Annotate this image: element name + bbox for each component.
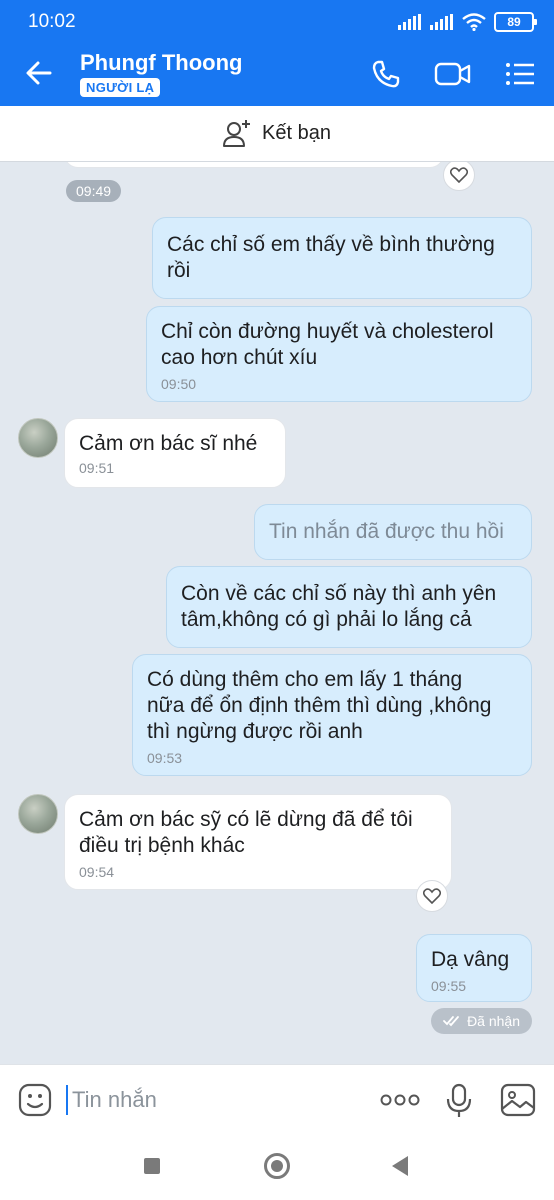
message-time-chip: 09:49 bbox=[66, 180, 122, 202]
message-text: Cảm ơn bác sỹ có lẽ dừng đã để tôi bbox=[79, 808, 413, 831]
message-bubble-recalled[interactable]: Tin nhắn đã được thu hồi bbox=[254, 504, 532, 560]
back-arrow-icon[interactable] bbox=[24, 58, 54, 88]
menu-list-icon[interactable] bbox=[504, 59, 536, 89]
status-bar: 10:02 89 bbox=[0, 0, 554, 40]
recalled-text: Tin nhắn đã được thu hồi bbox=[269, 520, 504, 543]
message-text: rồi bbox=[167, 259, 191, 282]
message-bubble-outgoing[interactable]: Còn về các chỉ số này thì anh yên tâm,kh… bbox=[166, 566, 532, 648]
wifi-icon bbox=[462, 13, 486, 31]
message-time: 09:51 bbox=[79, 460, 115, 476]
status-time: 10:02 bbox=[28, 11, 76, 32]
microphone-icon[interactable] bbox=[446, 1083, 472, 1119]
heart-react-button[interactable] bbox=[416, 880, 448, 912]
message-input[interactable]: Tin nhắn bbox=[66, 1085, 157, 1115]
home-icon[interactable] bbox=[264, 1153, 290, 1179]
signal-icon bbox=[430, 14, 453, 30]
message-time: 09:53 bbox=[147, 750, 183, 766]
message-bubble-incoming[interactable]: Cảm ơn bác sĩ nhé 09:51 bbox=[64, 418, 286, 488]
signal-icon bbox=[398, 14, 421, 30]
message-text: cao hơn chút xíu bbox=[161, 346, 318, 369]
add-person-icon bbox=[223, 120, 250, 147]
heart-icon bbox=[423, 888, 441, 904]
message-bubble-outgoing[interactable]: Các chỉ số em thấy về bình thường rồi bbox=[152, 217, 532, 299]
video-call-icon[interactable] bbox=[434, 59, 472, 89]
add-friend-label: Kết bạn bbox=[262, 121, 331, 144]
message-text: Chỉ còn đường huyết và cholesterol bbox=[161, 320, 494, 343]
image-icon[interactable] bbox=[500, 1083, 536, 1117]
message-text: Dạ vâng bbox=[431, 948, 510, 971]
message-text: Còn về các chỉ số này thì anh yên bbox=[181, 582, 497, 605]
add-friend-bar: Kết bạn bbox=[0, 106, 554, 162]
message-text: tâm,không có gì phải lo lắng cả bbox=[181, 608, 472, 631]
delivery-status-badge: Đã nhận bbox=[431, 1008, 532, 1034]
stranger-badge: NGƯỜI LẠ bbox=[80, 78, 161, 97]
message-text: điều trị bệnh khác bbox=[79, 834, 245, 857]
avatar[interactable] bbox=[18, 794, 58, 834]
message-text: Cảm ơn bác sĩ nhé bbox=[79, 432, 258, 455]
heart-react-button[interactable] bbox=[443, 162, 475, 191]
system-navigation-bar bbox=[0, 1136, 554, 1200]
message-time: 09:50 bbox=[161, 376, 197, 392]
message-bubble-incoming[interactable]: Cảm ơn bác sỹ có lẽ dừng đã để tôi điều … bbox=[64, 794, 452, 890]
message-text: Có dùng thêm cho em lấy 1 tháng bbox=[147, 668, 463, 691]
message-bubble-outgoing[interactable]: Chỉ còn đường huyết và cholesterol cao h… bbox=[146, 306, 532, 402]
message-input-bar: Tin nhắn bbox=[0, 1064, 554, 1136]
message-bubble-outgoing[interactable]: Có dùng thêm cho em lấy 1 tháng nữa để ổ… bbox=[132, 654, 532, 776]
message-time: 09:55 bbox=[431, 978, 467, 994]
message-bubble-partial[interactable] bbox=[64, 162, 444, 168]
message-bubble-outgoing[interactable]: Dạ vâng 09:55 bbox=[416, 934, 532, 1002]
back-icon[interactable] bbox=[392, 1156, 408, 1176]
double-check-icon bbox=[443, 1016, 459, 1027]
contact-name[interactable]: Phungf Thoong bbox=[80, 50, 243, 76]
add-friend-button[interactable]: Kết bạn bbox=[222, 118, 331, 148]
delivery-status-label: Đã nhận bbox=[467, 1013, 520, 1029]
chat-header: Phungf Thoong NGƯỜI LẠ bbox=[0, 40, 554, 106]
message-text: nữa để ổn định thêm thì dùng ,không bbox=[147, 694, 492, 717]
phone-icon[interactable] bbox=[370, 59, 402, 89]
battery-icon: 89 bbox=[494, 12, 537, 32]
more-dots-icon[interactable] bbox=[380, 1093, 420, 1107]
emoji-icon[interactable] bbox=[18, 1083, 52, 1117]
recent-apps-icon[interactable] bbox=[144, 1158, 160, 1174]
message-text: thì ngừng được rồi anh bbox=[147, 720, 363, 743]
chat-area[interactable]: 09:49 Các chỉ số em thấy về bình thường … bbox=[0, 162, 554, 1064]
status-icons: 89 bbox=[398, 12, 537, 32]
message-text: Các chỉ số em thấy về bình thường bbox=[167, 233, 495, 256]
message-time: 09:54 bbox=[79, 864, 115, 880]
avatar[interactable] bbox=[18, 418, 58, 458]
heart-icon bbox=[450, 167, 468, 183]
